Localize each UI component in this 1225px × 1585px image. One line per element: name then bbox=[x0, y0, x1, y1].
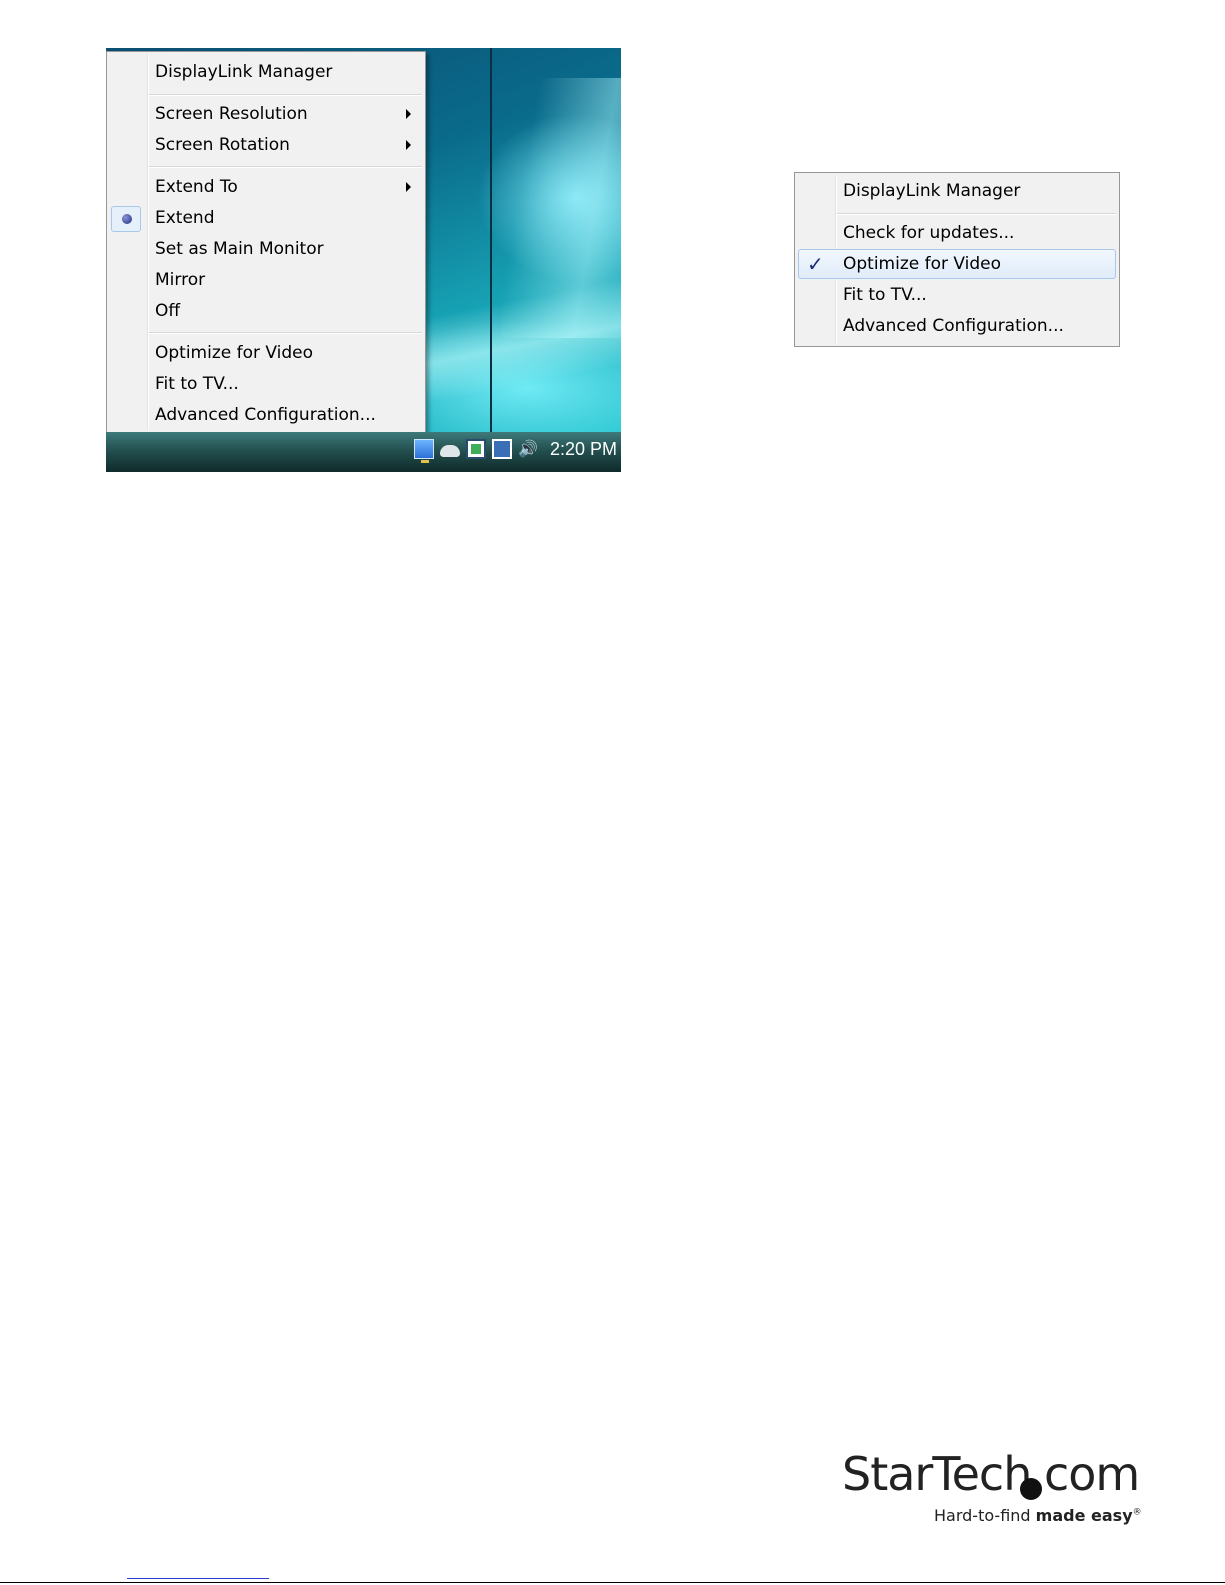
submenu-arrow-icon bbox=[406, 140, 411, 150]
cloud-icon[interactable] bbox=[439, 445, 460, 457]
submenu-arrow-icon bbox=[406, 182, 411, 192]
system-tray: 🔊 2:20 PM bbox=[413, 436, 621, 463]
displaylink-icon[interactable] bbox=[491, 439, 512, 459]
submenu-arrow-icon bbox=[406, 109, 411, 119]
taskbar-clock[interactable]: 2:20 PM bbox=[550, 439, 617, 460]
menu-item-screen-rotation[interactable]: Screen Rotation bbox=[155, 134, 290, 156]
menu-item-fit-to-tv[interactable]: Fit to TV... bbox=[843, 284, 927, 306]
logo-wordmark: StarTech bbox=[842, 1447, 1032, 1501]
wallpaper-streak bbox=[400, 270, 621, 406]
menu-item-screen-resolution[interactable]: Screen Resolution bbox=[155, 103, 308, 125]
logo-tagline-bold: made easy bbox=[1035, 1506, 1133, 1525]
displaylink-context-menu-compact: DisplayLink Manager Check for updates...… bbox=[794, 172, 1120, 347]
window-edge bbox=[490, 48, 492, 432]
displaylink-context-menu: DisplayLink Manager Screen Resolution Sc… bbox=[106, 51, 426, 433]
radio-dot-icon bbox=[122, 214, 132, 224]
menu-item-advanced-configuration[interactable]: Advanced Configuration... bbox=[843, 315, 1064, 337]
checkmark-icon: ✓ bbox=[807, 252, 824, 276]
menu-item-displaylink-manager[interactable]: DisplayLink Manager bbox=[155, 61, 332, 83]
desktop-screenshot: DisplayLink Manager Screen Resolution Sc… bbox=[106, 48, 621, 472]
speaker-icon[interactable]: 🔊 bbox=[518, 439, 538, 459]
menu-gutter bbox=[147, 54, 149, 430]
logo-wordmark-suffix: com bbox=[1044, 1447, 1140, 1501]
menu-item-advanced-configuration[interactable]: Advanced Configuration... bbox=[155, 404, 376, 426]
menu-item-optimize-for-video[interactable]: Optimize for Video bbox=[155, 342, 313, 364]
selected-indicator bbox=[111, 206, 141, 232]
logo-tagline-light: Hard-to-find bbox=[934, 1506, 1031, 1525]
startech-logo: StarTech com Hard-to-find made easy® bbox=[842, 1447, 1142, 1528]
menu-separator bbox=[149, 166, 422, 168]
menu-item-off[interactable]: Off bbox=[155, 300, 180, 322]
menu-item-check-for-updates[interactable]: Check for updates... bbox=[843, 222, 1014, 244]
menu-item-extend-to[interactable]: Extend To bbox=[155, 176, 238, 198]
menu-separator bbox=[149, 94, 422, 96]
menu-item-displaylink-manager[interactable]: DisplayLink Manager bbox=[843, 180, 1020, 202]
network-icon[interactable] bbox=[413, 439, 434, 463]
menu-separator bbox=[149, 332, 422, 334]
footer-rule bbox=[0, 1582, 1225, 1583]
registered-mark: ® bbox=[1132, 1507, 1142, 1518]
menu-separator bbox=[837, 213, 1116, 215]
menu-item-extend[interactable]: Extend bbox=[155, 207, 215, 229]
logo-dot-icon bbox=[1020, 1478, 1042, 1500]
monitor-status-icon[interactable] bbox=[465, 439, 486, 459]
menu-item-fit-to-tv[interactable]: Fit to TV... bbox=[155, 373, 239, 395]
menu-item-set-as-main-monitor[interactable]: Set as Main Monitor bbox=[155, 238, 324, 260]
taskbar: 🔊 2:20 PM bbox=[106, 432, 621, 472]
footer-link-underline[interactable] bbox=[127, 1578, 269, 1579]
menu-item-optimize-for-video[interactable]: Optimize for Video bbox=[843, 253, 1001, 275]
menu-item-mirror[interactable]: Mirror bbox=[155, 269, 205, 291]
logo-tagline: Hard-to-find made easy® bbox=[934, 1506, 1142, 1525]
